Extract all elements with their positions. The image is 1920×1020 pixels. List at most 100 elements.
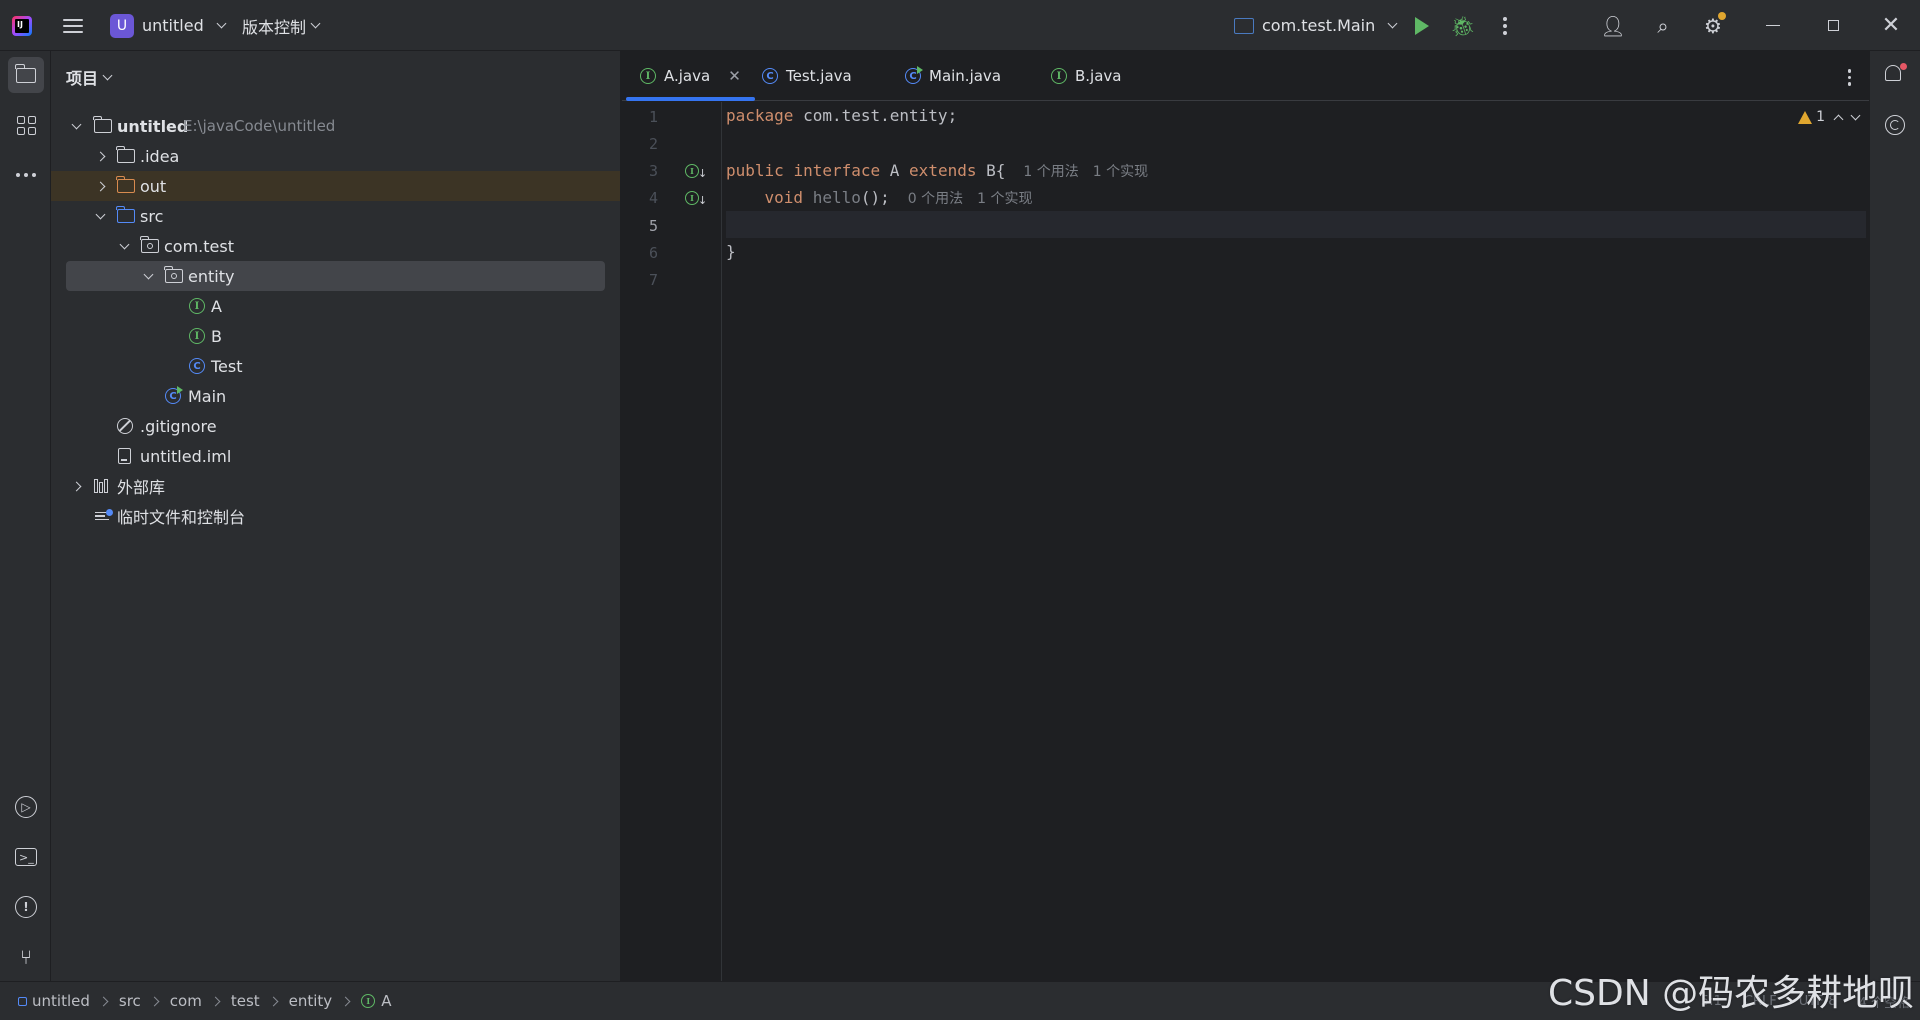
tree-item-main[interactable]: C Main (51, 381, 620, 411)
code-token: B{ (976, 161, 1006, 180)
run-button[interactable] (1410, 0, 1434, 51)
chevron-right-icon (95, 181, 105, 191)
interface-icon: I (685, 163, 699, 178)
project-switcher[interactable]: U untitled (110, 0, 227, 51)
chevron-down-icon (71, 119, 81, 129)
restore-button[interactable] (1818, 0, 1848, 51)
add-user-icon: 👤︎ (1600, 13, 1626, 38)
implementations-hint[interactable]: 1 个实现 (977, 188, 1032, 208)
breadcrumb-item[interactable]: src (119, 992, 141, 1010)
breadcrumb-item[interactable]: untitled (32, 992, 90, 1010)
breadcrumb-item[interactable]: A (381, 992, 391, 1010)
project-tool-button[interactable] (8, 57, 44, 93)
runnable-class-icon: C (905, 66, 923, 84)
source-folder-icon (116, 206, 135, 223)
tree-item-label: entity (188, 266, 235, 286)
close-icon[interactable]: ✕ (728, 67, 741, 85)
git-tool-button[interactable]: ⑂ (8, 939, 44, 975)
project-name: untitled (142, 16, 204, 35)
services-tool-button[interactable]: ▷ (8, 789, 44, 825)
problems-icon: ! (15, 896, 37, 918)
folder-icon (15, 63, 36, 83)
class-icon: C (762, 68, 778, 84)
project-view-selector[interactable]: 项目 (66, 65, 113, 89)
interface-icon: I (189, 328, 205, 344)
update-badge (1718, 12, 1726, 20)
tree-item-b[interactable]: I B (51, 321, 620, 351)
breadcrumb-item[interactable]: test (231, 992, 260, 1010)
tab-a-java[interactable]: I A.java ✕ (626, 51, 755, 101)
debug-button[interactable]: 🐞︎ (1450, 0, 1476, 51)
code-line: package com.test.entity; (726, 102, 1866, 129)
tree-item-label: A (211, 296, 222, 316)
usages-hint[interactable]: 0 个用法 (908, 188, 963, 208)
main-menu-icon[interactable] (60, 0, 86, 51)
tab-test-java[interactable]: C Test.java (762, 51, 852, 101)
line-number: 4 (648, 189, 658, 207)
vcs-menu[interactable]: 版本控制 (242, 0, 321, 51)
chevron-right-icon (268, 996, 279, 1006)
tree-item-label: untitled (117, 116, 189, 136)
tree-item-root[interactable]: untitled E:\javaCode\untitled (51, 111, 620, 141)
tree-item-a[interactable]: I A (51, 291, 620, 321)
tab-main-java[interactable]: C Main.java (905, 51, 1001, 101)
tree-item-gitignore[interactable]: .gitignore (51, 411, 620, 441)
bug-icon: 🐞︎ (1450, 13, 1476, 38)
folder-icon (116, 146, 135, 163)
implemented-gutter-icon[interactable]: I ↓ (685, 161, 707, 180)
more-tools-button[interactable] (8, 157, 44, 193)
class-icon: C (189, 358, 205, 374)
tree-item-label: Test (211, 356, 243, 376)
tree-item-test[interactable]: C Test (51, 351, 620, 381)
structure-icon (16, 115, 36, 135)
tree-item-idea[interactable]: .idea (51, 141, 620, 171)
breadcrumb-item[interactable]: entity (289, 992, 333, 1010)
run-config-selector[interactable]: com.test.Main (1234, 0, 1398, 51)
tree-item-com-test[interactable]: com.test (51, 231, 620, 261)
tree-item-src[interactable]: src (51, 201, 620, 231)
usages-hint[interactable]: 1 个用法 (1023, 161, 1078, 181)
breadcrumb-item[interactable]: com (170, 992, 202, 1010)
tree-item-entity[interactable]: entity (51, 261, 620, 291)
chevron-right-icon (71, 481, 81, 491)
code-token: hello (812, 188, 861, 207)
tree-item-scratches[interactable]: 临时文件和控制台 (51, 501, 620, 531)
chevron-right-icon (95, 151, 105, 161)
minimize-button[interactable] (1758, 0, 1788, 51)
problems-tool-button[interactable]: ! (8, 889, 44, 925)
chevron-right-icon (210, 996, 221, 1006)
chevron-down-icon (216, 18, 227, 29)
breadcrumb: untitled src com test entity I A (0, 992, 391, 1010)
tab-actions-icon[interactable] (1847, 69, 1851, 86)
structure-tool-button[interactable] (8, 107, 44, 143)
intellij-logo-icon[interactable]: IJ (12, 0, 38, 51)
vcs-label: 版本控制 (242, 17, 307, 37)
more-actions-icon[interactable] (1498, 0, 1512, 51)
code-line: public interface A extends B{ 1 个用法 1 个实… (726, 157, 1866, 184)
search-button[interactable]: ⌕ (1648, 0, 1678, 51)
tree-item-iml[interactable]: untitled.iml (51, 441, 620, 471)
terminal-tool-button[interactable]: >_ (8, 839, 44, 875)
implemented-gutter-icon[interactable]: I ↓ (685, 188, 707, 207)
arrow-down-icon: ↓ (698, 194, 708, 207)
notifications-icon[interactable] (1885, 63, 1907, 85)
ai-assistant-icon[interactable] (1885, 115, 1905, 135)
notification-badge (1900, 63, 1907, 70)
tree-item-label: .idea (140, 146, 180, 166)
tree-item-out[interactable]: out (51, 171, 620, 201)
tree-item-label: out (140, 176, 167, 196)
terminal-icon: >_ (15, 848, 37, 866)
code-token: (); (860, 188, 890, 207)
tree-item-external-libraries[interactable]: 外部库 (51, 471, 620, 501)
tab-b-java[interactable]: I B.java (1051, 51, 1122, 101)
implementations-hint[interactable]: 1 个实现 (1093, 161, 1148, 181)
more-icon (16, 173, 36, 177)
close-window-button[interactable]: ✕ (1876, 0, 1906, 51)
code-line: void hello (); 0 个用法 1 个实现 (726, 184, 1866, 211)
module-folder-icon (93, 116, 112, 133)
settings-button[interactable]: ⚙ (1698, 0, 1728, 51)
tree-item-label: Main (188, 386, 227, 406)
code-with-me-button[interactable]: 👤︎ (1598, 0, 1628, 51)
git-branch-icon: ⑂ (20, 945, 32, 969)
runnable-class-icon: C (165, 386, 183, 404)
